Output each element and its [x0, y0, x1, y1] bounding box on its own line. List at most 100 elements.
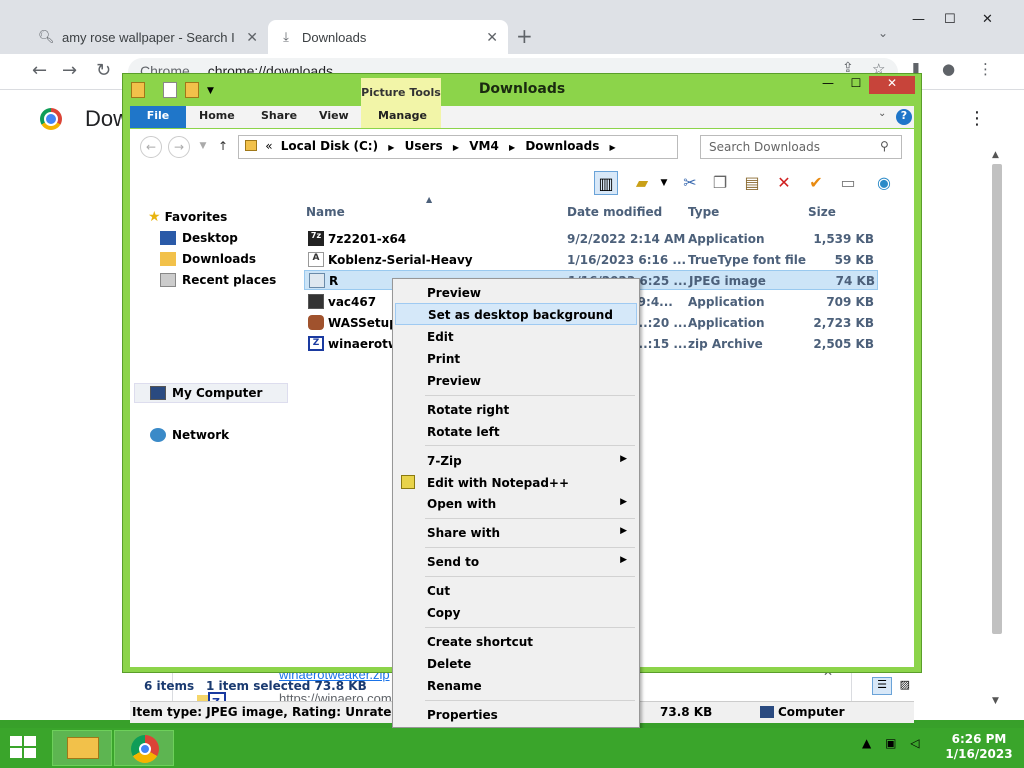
close-icon[interactable]: ✕: [246, 29, 258, 46]
menu-item-cut[interactable]: Cut: [395, 580, 637, 602]
tab-home[interactable]: Home: [199, 109, 235, 122]
menu-item-properties[interactable]: Properties: [395, 704, 637, 726]
address-bar[interactable]: « Local Disk (C:) ▶ Users ▶ VM4 ▶ Downlo…: [238, 135, 784, 159]
nav-favorites[interactable]: ★ Favorites: [148, 209, 227, 225]
recent-locations-icon[interactable]: ▼: [192, 136, 214, 158]
tab-manage[interactable]: Manage: [378, 109, 427, 122]
nav-my-computer[interactable]: My Computer: [150, 386, 262, 400]
maximize-button[interactable]: ☐: [843, 76, 869, 94]
rename-icon[interactable]: ▭: [836, 171, 860, 195]
close-button[interactable]: ✕: [869, 76, 915, 94]
tab-downloads[interactable]: ⤓ Downloads ✕: [268, 20, 508, 54]
up-button[interactable]: ↑: [212, 136, 234, 158]
chevron-down-icon[interactable]: ⌄: [878, 26, 888, 40]
menu-item-share-with[interactable]: Share with ▶: [395, 522, 637, 544]
address-overflow[interactable]: «: [265, 139, 272, 153]
menu-item-delete[interactable]: Delete: [395, 653, 637, 675]
menu-item-rename[interactable]: Rename: [395, 675, 637, 697]
menu-item-print[interactable]: Print: [395, 348, 637, 370]
scroll-down-icon[interactable]: ▼: [992, 696, 999, 706]
breadcrumb-vm4[interactable]: VM4: [469, 139, 499, 153]
close-icon[interactable]: ✕: [486, 29, 498, 46]
back-button[interactable]: ←: [32, 60, 47, 81]
start-button[interactable]: [10, 736, 38, 760]
taskbar-file-explorer[interactable]: [52, 730, 112, 766]
chevron-down-icon[interactable]: ▼: [652, 171, 676, 195]
menu-item-rotate-right[interactable]: Rotate right: [395, 399, 637, 421]
file-size: 709 KB: [826, 295, 874, 309]
tab-file[interactable]: File: [130, 106, 186, 128]
chevron-down-icon[interactable]: ⌄: [878, 108, 886, 119]
explorer-titlebar[interactable]: ▼ Picture Tools Downloads — ☐ ✕: [123, 74, 921, 126]
menu-item-copy[interactable]: Copy: [395, 602, 637, 624]
breadcrumb-users[interactable]: Users: [405, 139, 443, 153]
search-input[interactable]: Search Downloads: [700, 135, 902, 159]
menu-label: 7-Zip: [427, 454, 462, 468]
menu-item-edit-notepadpp[interactable]: Edit with Notepad++: [395, 472, 637, 494]
minimize-button[interactable]: —: [815, 76, 841, 94]
forward-button[interactable]: →: [168, 136, 190, 158]
more-options-icon[interactable]: ⋮: [968, 108, 986, 129]
file-row[interactable]: 7z 7z2201-x64 9/2/2022 2:14 AM Applicati…: [304, 229, 878, 249]
help-icon[interactable]: ?: [896, 109, 912, 125]
menu-item-7zip[interactable]: 7-Zip ▶: [395, 450, 637, 472]
menu-item-edit[interactable]: Edit: [395, 326, 637, 348]
menu-item-preview-2[interactable]: Preview: [395, 370, 637, 392]
forward-button[interactable]: →: [62, 60, 77, 81]
details-location: Computer: [760, 705, 844, 719]
back-button[interactable]: ←: [140, 136, 162, 158]
page-scrollbar[interactable]: ▲ ▼: [990, 150, 1004, 710]
menu-kebab-icon[interactable]: ⋮: [978, 60, 993, 78]
taskbar-clock[interactable]: 6:26 PM 1/16/2023: [940, 732, 1018, 762]
menu-item-set-desktop-background[interactable]: Set as desktop background: [395, 303, 637, 325]
checkmark-icon[interactable]: ✔: [804, 171, 828, 195]
reload-button[interactable]: ↻: [96, 60, 111, 81]
volume-icon[interactable]: ◁: [910, 736, 919, 750]
nav-desktop[interactable]: Desktop: [160, 231, 238, 245]
scroll-up-icon[interactable]: ▲: [992, 150, 999, 160]
column-name[interactable]: Name: [306, 205, 345, 219]
column-date[interactable]: Date modified: [567, 205, 662, 219]
menu-item-rotate-left[interactable]: Rotate left: [395, 421, 637, 443]
menu-label: Copy: [427, 606, 461, 620]
chevron-up-icon[interactable]: ▲: [862, 736, 871, 750]
close-button[interactable]: ✕: [982, 12, 993, 27]
image-file-icon: [309, 273, 325, 288]
file-date: ...:20 ...: [634, 316, 688, 330]
nav-downloads[interactable]: Downloads: [160, 252, 256, 266]
profile-avatar[interactable]: ●: [942, 60, 955, 78]
folder-options-icon[interactable]: ▰: [630, 171, 654, 195]
column-type[interactable]: Type: [688, 205, 719, 219]
7zip-app-icon: 7z: [308, 231, 324, 246]
network-icon[interactable]: ▣: [885, 736, 896, 750]
preview-pane-icon[interactable]: ▥: [594, 171, 618, 195]
taskbar-chrome[interactable]: [114, 730, 174, 766]
menu-item-preview[interactable]: Preview: [395, 282, 637, 304]
maximize-button[interactable]: ☐: [944, 12, 956, 27]
taskbar: ▲ ▣ ◁ 6:26 PM 1/16/2023: [0, 728, 1024, 768]
menu-separator: [425, 700, 635, 701]
breadcrumb-downloads[interactable]: Downloads: [525, 139, 599, 153]
paste-icon[interactable]: ▤: [740, 171, 764, 195]
scroll-thumb[interactable]: [992, 164, 1002, 634]
tab-search[interactable]: 🔍︎ amy rose wallpaper - Search I ✕: [28, 20, 268, 54]
menu-item-open-with[interactable]: Open with ▶: [395, 493, 637, 515]
file-row[interactable]: A Koblenz-Serial-Heavy 1/16/2023 6:16 ..…: [304, 250, 878, 270]
minimize-button[interactable]: —: [912, 12, 925, 27]
search-icon[interactable]: ⚲: [880, 139, 889, 153]
copy-icon[interactable]: ❐: [708, 171, 732, 195]
menu-item-send-to[interactable]: Send to ▶: [395, 551, 637, 573]
nav-network[interactable]: Network: [150, 428, 229, 442]
large-icons-view-icon[interactable]: ▨: [896, 678, 914, 696]
menu-item-create-shortcut[interactable]: Create shortcut: [395, 631, 637, 653]
delete-icon[interactable]: ✕: [772, 171, 796, 195]
column-size[interactable]: Size: [808, 205, 836, 219]
new-tab-button[interactable]: +: [516, 24, 533, 48]
cut-icon[interactable]: ✂: [678, 171, 702, 195]
tab-view[interactable]: View: [319, 109, 349, 122]
breadcrumb-local-disk[interactable]: Local Disk (C:): [281, 139, 378, 153]
nav-recent-places[interactable]: Recent places: [160, 273, 276, 287]
tab-share[interactable]: Share: [261, 109, 297, 122]
details-view-icon[interactable]: ☰: [872, 677, 892, 695]
globe-icon[interactable]: ◉: [872, 171, 896, 195]
